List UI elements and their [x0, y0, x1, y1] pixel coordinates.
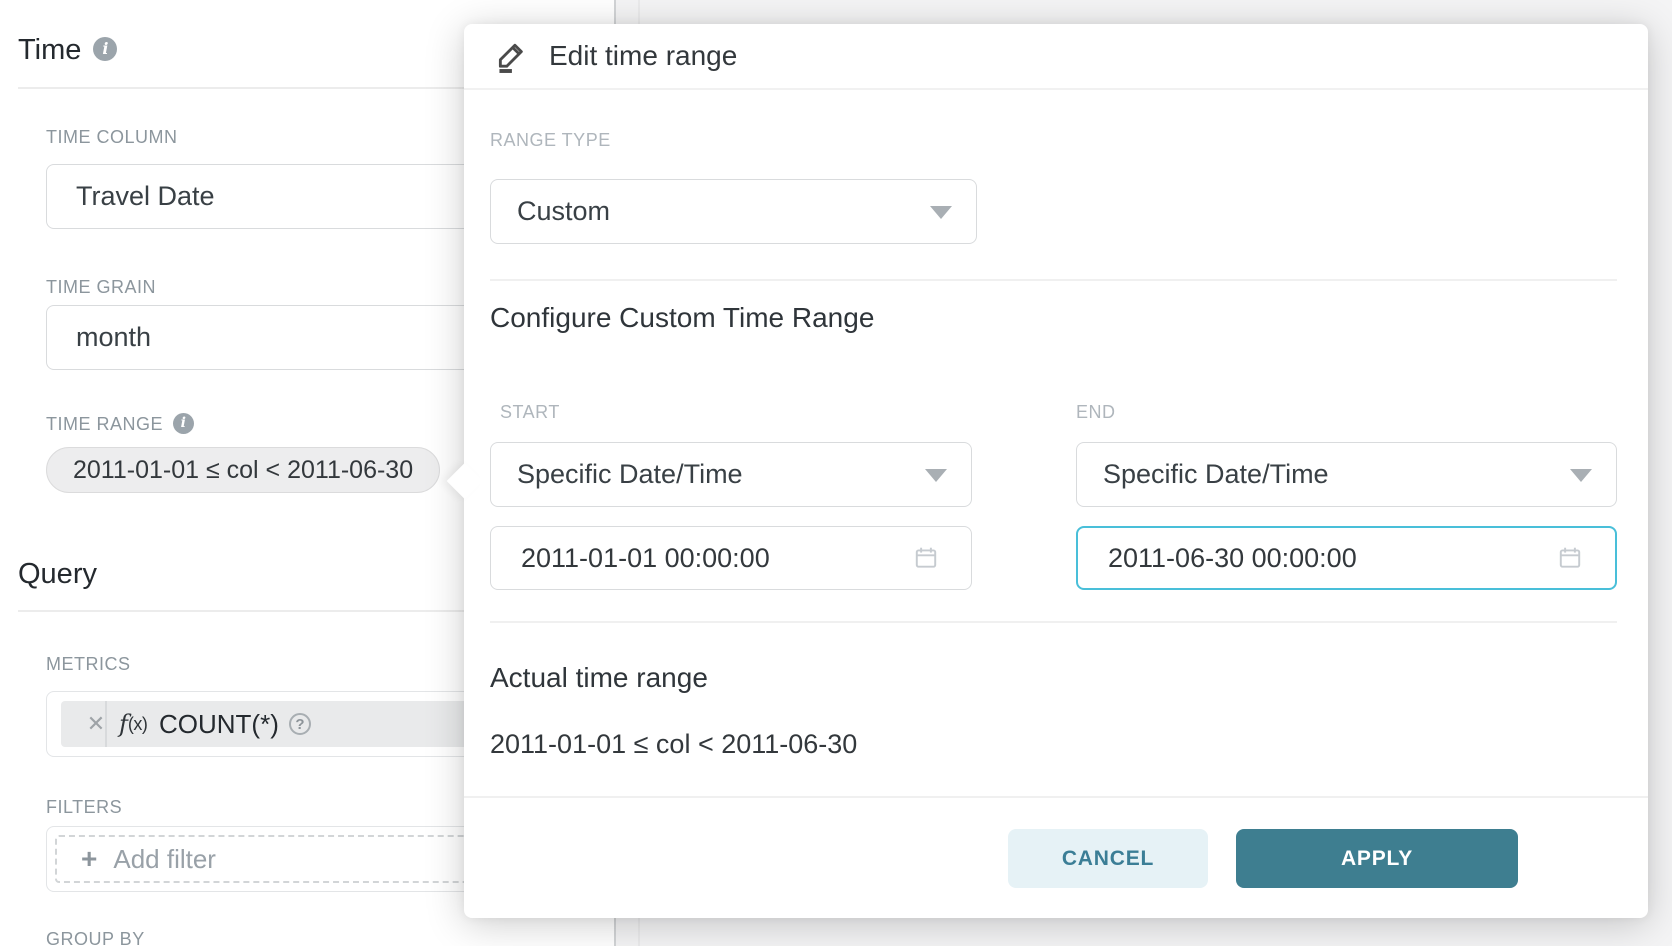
actual-range-value: 2011-01-01 ≤ col < 2011-06-30 — [490, 726, 857, 762]
query-section-title-text: Query — [18, 558, 97, 590]
popover-header: Edit time range — [464, 24, 1648, 90]
time-section-title-text: Time — [18, 34, 81, 66]
chip-separator — [105, 701, 107, 747]
chevron-down-icon — [1570, 469, 1592, 482]
start-mode-select[interactable]: Specific Date/Time — [490, 442, 972, 507]
start-mode-value: Specific Date/Time — [517, 459, 743, 490]
end-mode-value: Specific Date/Time — [1103, 459, 1329, 490]
time-range-pill-text: 2011-01-01 ≤ col < 2011-06-30 — [73, 456, 413, 485]
content-divider — [490, 279, 1617, 281]
start-label: START — [500, 402, 560, 423]
time-range-label-text: TIME RANGE — [46, 414, 163, 434]
help-icon[interactable]: ? — [289, 713, 311, 735]
configure-heading: Configure Custom Time Range — [490, 300, 874, 336]
range-type-value: Custom — [517, 196, 610, 227]
content-divider — [490, 621, 1617, 623]
calendar-icon[interactable] — [913, 545, 939, 571]
add-filter-label: Add filter — [113, 844, 216, 875]
time-column-label: TIME COLUMN — [46, 127, 178, 148]
query-section-title: Query — [18, 556, 97, 592]
calendar-icon[interactable] — [1557, 545, 1583, 571]
range-type-select[interactable]: Custom — [490, 179, 977, 244]
range-type-label: RANGE TYPE — [490, 130, 611, 151]
chevron-down-icon — [925, 469, 947, 482]
filters-label: FILTERS — [46, 797, 122, 818]
plus-icon: + — [81, 845, 97, 873]
apply-button[interactable]: APPLY — [1236, 829, 1518, 888]
cancel-button[interactable]: CANCEL — [1008, 829, 1208, 888]
chevron-down-icon — [930, 206, 952, 219]
popover-title: Edit time range — [549, 40, 737, 72]
time-grain-label: TIME GRAIN — [46, 277, 156, 298]
time-column-value: Travel Date — [76, 181, 215, 212]
group-by-label: GROUP BY — [46, 929, 145, 946]
info-icon[interactable]: i — [93, 37, 117, 61]
edit-pencil-icon — [493, 38, 529, 74]
time-range-label: TIME RANGE i — [46, 414, 194, 436]
end-mode-select[interactable]: Specific Date/Time — [1076, 442, 1617, 507]
function-icon: f(x) — [119, 701, 147, 747]
end-datetime-input[interactable] — [1108, 528, 1484, 588]
time-section-title: Timei — [18, 32, 117, 68]
end-datetime-field — [1076, 526, 1617, 590]
time-grain-value: month — [76, 322, 151, 353]
edit-time-range-popover: Edit time range RANGE TYPE Custom Config… — [464, 24, 1648, 918]
footer-divider — [464, 796, 1648, 798]
metric-expression: COUNT(*) — [159, 701, 279, 747]
start-datetime-field — [490, 526, 972, 590]
start-datetime-input[interactable] — [521, 527, 857, 589]
remove-metric-icon[interactable]: ✕ — [74, 701, 118, 747]
end-label: END — [1076, 402, 1116, 423]
superset-explore-page: Timei TIME COLUMN Travel Date TIME GRAIN… — [0, 0, 1672, 946]
actual-range-heading: Actual time range — [490, 660, 708, 696]
time-range-pill[interactable]: 2011-01-01 ≤ col < 2011-06-30 — [46, 447, 440, 493]
metrics-label: METRICS — [46, 654, 131, 675]
info-icon[interactable]: i — [173, 413, 194, 434]
